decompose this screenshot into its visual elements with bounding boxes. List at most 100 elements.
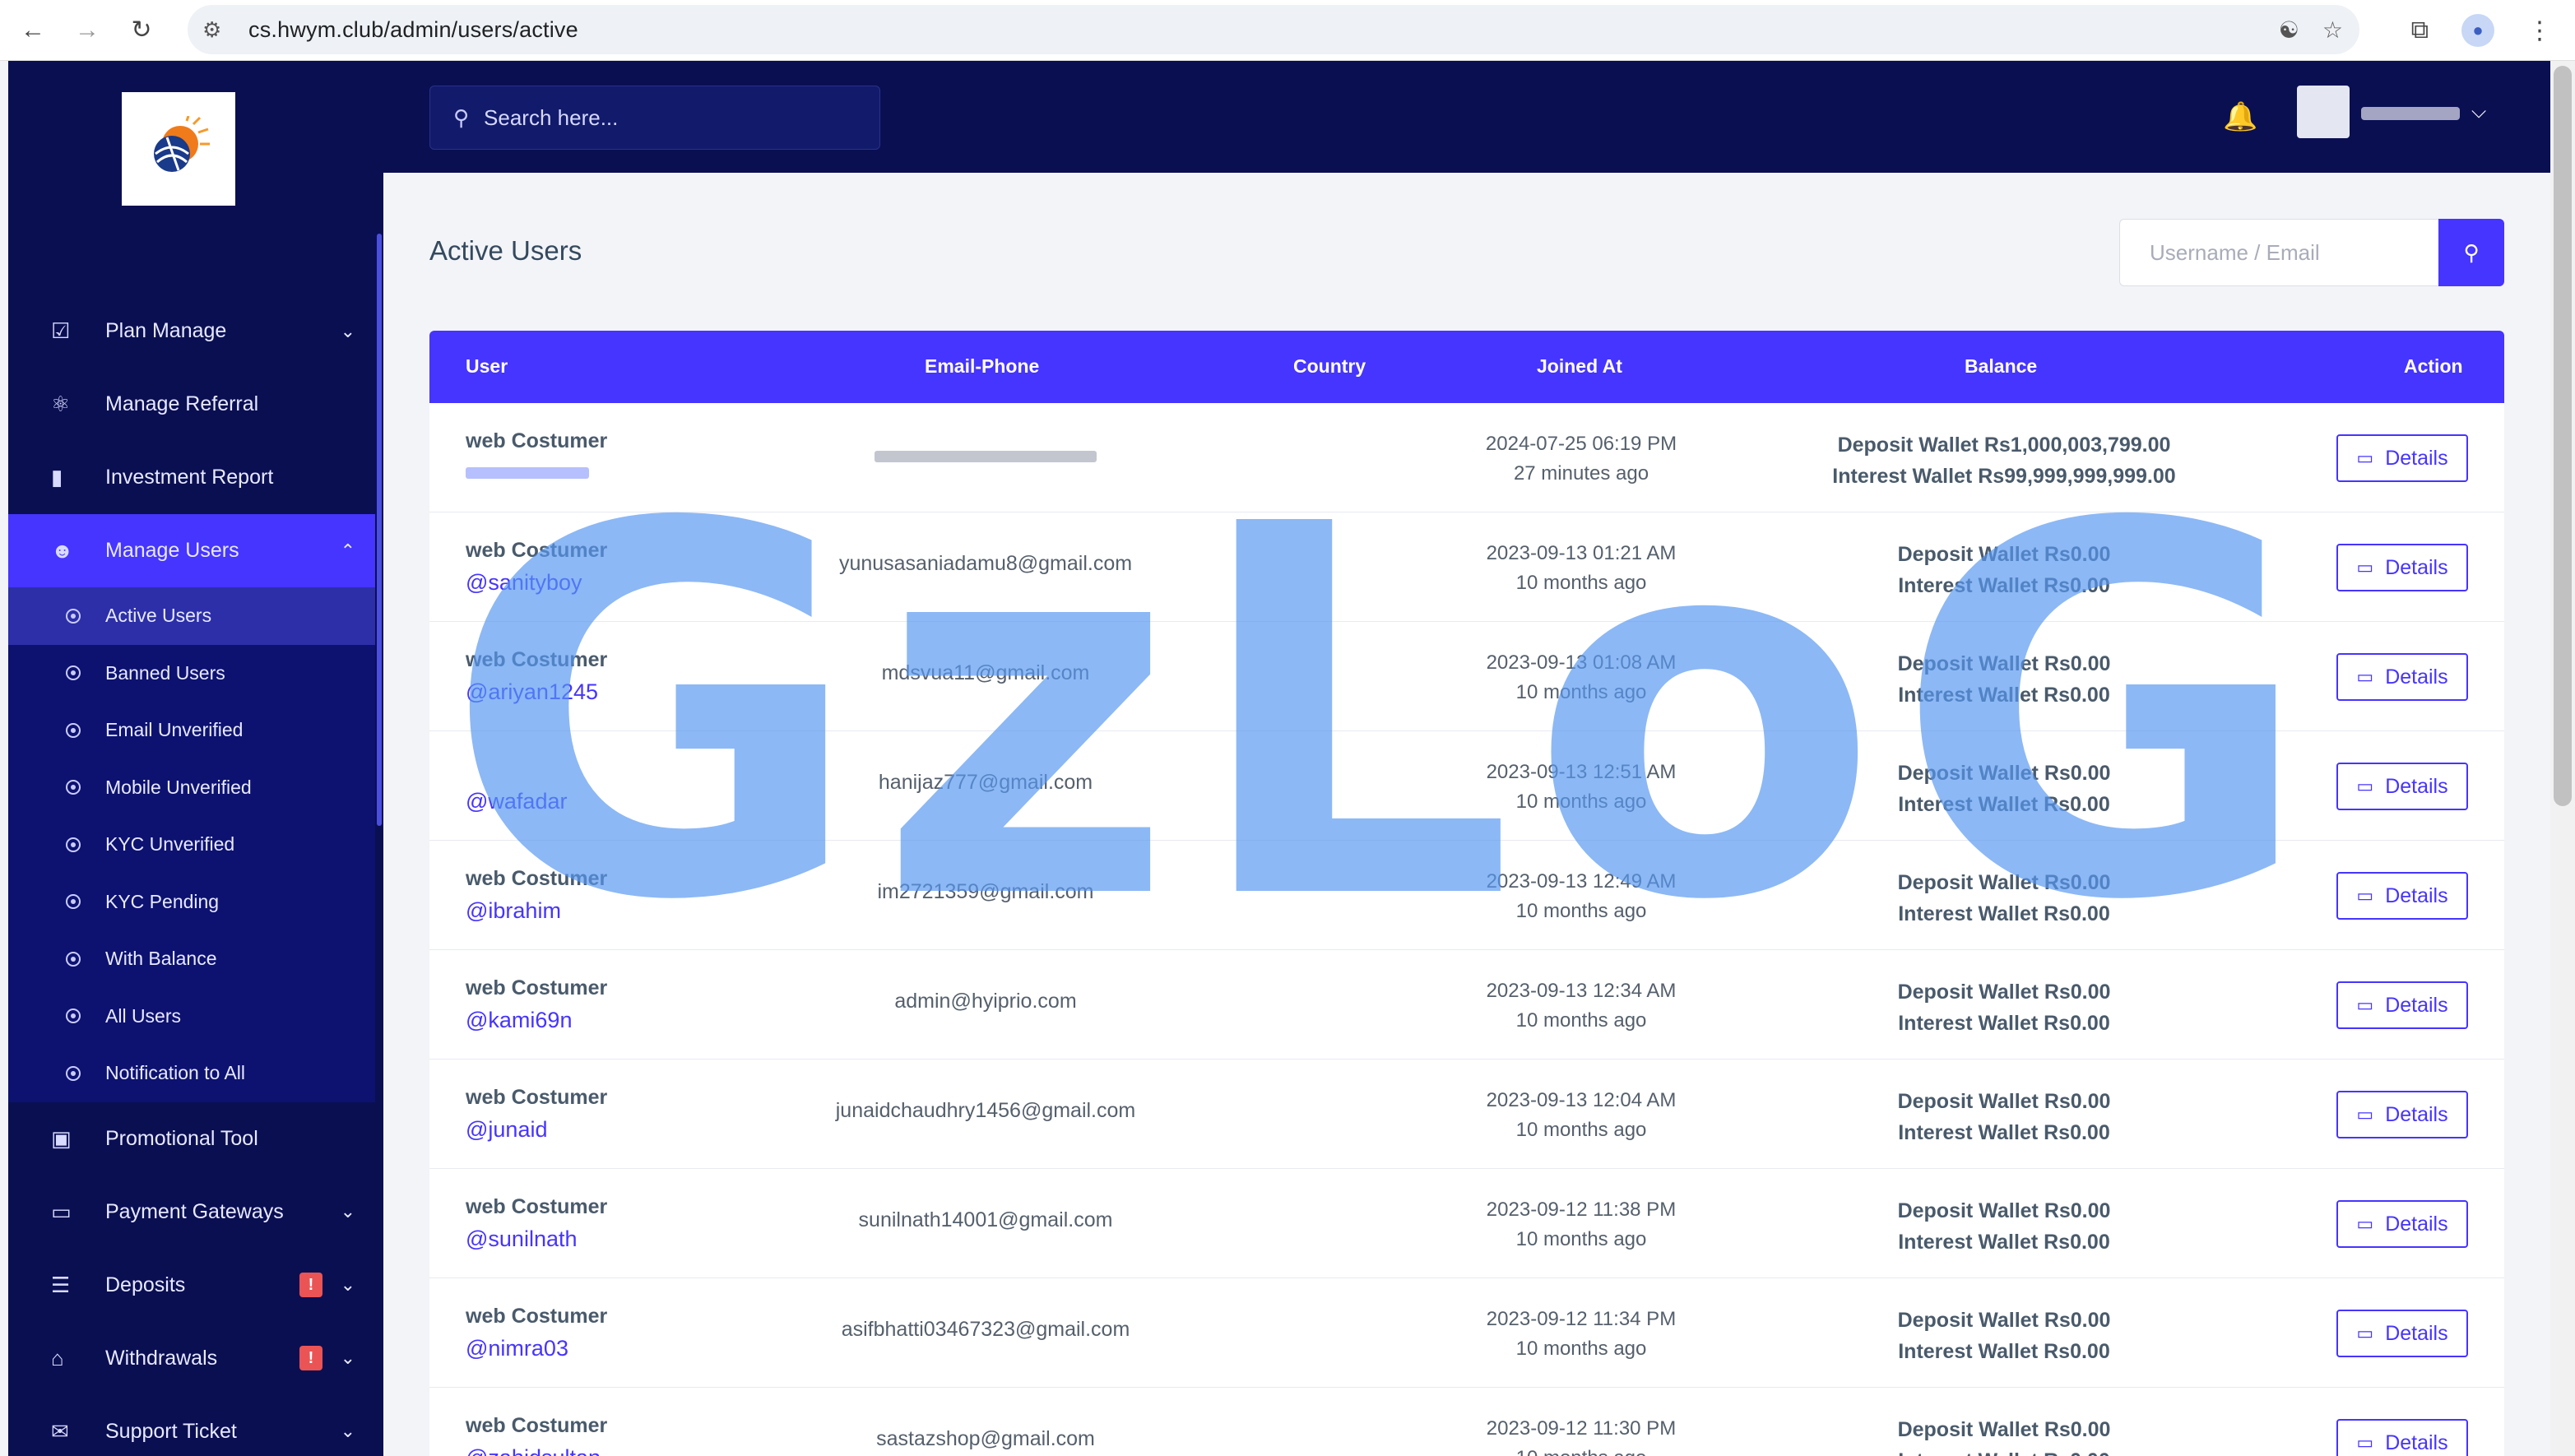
reload-icon[interactable]: ↻ xyxy=(120,9,163,52)
col-email-phone: Email-Phone xyxy=(925,355,1040,377)
bullet-icon xyxy=(66,837,81,852)
user-handle[interactable]: @sanityboy xyxy=(466,570,582,596)
balance: Deposit Wallet Rs0.00Interest Wallet Rs0… xyxy=(1897,1199,2111,1254)
sidebar-subitem-banned-users[interactable]: Banned Users xyxy=(8,645,375,702)
details-button[interactable]: ▭ Details xyxy=(2336,544,2468,591)
profile-icon[interactable]: ● xyxy=(2461,14,2494,47)
credit-card-icon: ▭ xyxy=(51,1199,72,1224)
balance: Deposit Wallet Rs0.00Interest Wallet Rs0… xyxy=(1897,1309,2111,1363)
joined-at: 2023-09-12 11:30 PM10 months ago xyxy=(1486,1417,1677,1456)
joined-at: 2023-09-13 12:34 AM 10 months ago xyxy=(1486,980,1677,1032)
table-row: web Costumer @junaid junaidchaudhry1456@… xyxy=(429,1060,2504,1169)
username-email-input[interactable] xyxy=(2119,219,2438,286)
details-button[interactable]: ▭ Details xyxy=(2336,1310,2468,1357)
bell-icon[interactable]: 🔔 xyxy=(2223,100,2257,133)
balance: Deposit Wallet Rs0.00Interest Wallet Rs0… xyxy=(1897,1418,2111,1456)
user-name: web Costumer xyxy=(466,429,608,452)
bullet-icon xyxy=(66,1065,81,1081)
sidebar-subitem-notification-to-all[interactable]: Notification to All xyxy=(8,1045,375,1102)
user-name: web Costumer xyxy=(466,867,608,890)
details-button[interactable]: ▭ Details xyxy=(2336,653,2468,701)
table-header: User Email-Phone Country Joined At Balan… xyxy=(429,331,2504,403)
filter-search-button[interactable]: ⚲ xyxy=(2438,219,2504,286)
sidebar-subitem-kyc-unverified[interactable]: KYC Unverified xyxy=(8,816,375,874)
user-handle-redacted[interactable] xyxy=(466,467,589,479)
back-icon[interactable]: ← xyxy=(12,9,54,52)
page-title: Active Users xyxy=(429,235,582,266)
user-name: web Costumer xyxy=(466,1305,608,1328)
sidebar-item-promotional-tool[interactable]: ▣ Promotional Tool xyxy=(8,1102,375,1175)
user-handle[interactable]: @wafadar xyxy=(466,789,567,814)
alert-badge: ! xyxy=(299,1346,322,1370)
url-text[interactable]: cs.hwym.club/admin/users/active xyxy=(248,17,578,43)
sidebar-item-support-ticket[interactable]: ✉ Support Ticket ⌄ xyxy=(8,1395,375,1456)
bullet-icon xyxy=(66,951,81,967)
bullet-icon xyxy=(66,608,81,624)
global-search[interactable]: ⚲ xyxy=(429,86,880,150)
details-button[interactable]: ▭ Details xyxy=(2336,872,2468,920)
scrollbar-thumb[interactable] xyxy=(2554,66,2572,806)
user-email: asifbhatti03467323@gmail.com xyxy=(841,1318,1130,1341)
search-input[interactable] xyxy=(484,104,847,131)
sidebar-item-deposits[interactable]: ☰ Deposits ! ⌄ xyxy=(8,1249,375,1322)
site-info-icon[interactable]: ⚙ xyxy=(202,17,235,43)
sidebar-subitem-mobile-unverified[interactable]: Mobile Unverified xyxy=(8,759,375,817)
page-scrollbar[interactable] xyxy=(2550,61,2575,1456)
sidebar-item-manage-users[interactable]: ☻ Manage Users ⌃ xyxy=(8,514,375,587)
details-button[interactable]: ▭ Details xyxy=(2336,1200,2468,1248)
sidebar-subitem-email-unverified[interactable]: Email Unverified xyxy=(8,702,375,759)
user-name: web Costumer xyxy=(466,976,608,999)
chevron-down-circle-icon[interactable]: ⌵ xyxy=(2471,100,2486,123)
user-email: yunusasaniadamu8@gmail.com xyxy=(838,552,1133,575)
alert-badge: ! xyxy=(299,1273,322,1297)
sidebar-scrollbar[interactable] xyxy=(377,234,382,826)
clipboard-icon: ☑ xyxy=(51,318,71,343)
table-row: web Costumer @nimra03 asifbhatti03467323… xyxy=(429,1278,2504,1388)
user-handle[interactable]: @kami69n xyxy=(466,1008,572,1033)
details-button[interactable]: ▭ Details xyxy=(2336,763,2468,810)
forward-icon[interactable]: → xyxy=(66,9,109,52)
users-icon: ☻ xyxy=(51,538,74,563)
chevron-down-icon: ⌄ xyxy=(340,1421,355,1441)
details-button[interactable]: ▭ Details xyxy=(2336,1091,2468,1138)
user-handle[interactable]: @zahidsultan xyxy=(466,1445,601,1456)
table-row: web Costumer @kami69n admin@hyiprio.com … xyxy=(429,950,2504,1060)
sidebar-item-withdrawals[interactable]: ⌂ Withdrawals ! ⌄ xyxy=(8,1322,375,1395)
top-navbar: ⚲ 🔔 ⌵ xyxy=(383,61,2550,173)
sidebar-item-payment-gateways[interactable]: ▭ Payment Gateways ⌄ xyxy=(8,1175,375,1249)
ticket-icon: ✉ xyxy=(51,1418,69,1444)
user-name: web Costumer xyxy=(466,648,608,671)
translate-icon[interactable]: ☯ xyxy=(2279,16,2299,44)
user-handle[interactable]: @junaid xyxy=(466,1117,547,1143)
user-handle[interactable]: @sunilnath xyxy=(466,1226,578,1252)
sidebar-subitem-active-users[interactable]: Active Users xyxy=(8,587,375,645)
user-name-redacted[interactable] xyxy=(2361,107,2460,120)
sidebar-item-plan-manage[interactable]: ☑ Plan Manage ⌄ xyxy=(8,294,375,368)
table-row: web Costumer @sanityboy yunusasaniadamu8… xyxy=(429,512,2504,622)
bookmark-star-icon[interactable]: ☆ xyxy=(2322,16,2343,44)
sidebar-subitem-with-balance[interactable]: With Balance xyxy=(8,930,375,988)
search-icon: ⚲ xyxy=(453,104,470,130)
sidebar-subitem-all-users[interactable]: All Users xyxy=(8,988,375,1046)
details-button[interactable]: ▭ Details xyxy=(2336,434,2468,482)
user-name: web Costumer xyxy=(466,1086,608,1109)
balance: Deposit Wallet Rs0.00Interest Wallet Rs0… xyxy=(1897,981,2111,1035)
address-bar[interactable]: ⚙ cs.hwym.club/admin/users/active ☯ ☆ xyxy=(188,5,2359,54)
table-row: web Costumer @zahidsultan sastazshop@gma… xyxy=(429,1388,2504,1456)
sidebar-subitem-kyc-pending[interactable]: KYC Pending xyxy=(8,874,375,931)
extensions-icon[interactable]: ⧉ xyxy=(2411,16,2429,44)
user-handle[interactable]: @ariyan1245 xyxy=(466,679,598,705)
user-email: mdsvua11@gmail.com xyxy=(881,661,1090,684)
user-handle[interactable]: @nimra03 xyxy=(466,1336,568,1361)
sidebar-item-investment-report[interactable]: ▮ Investment Report xyxy=(8,441,375,514)
user-handle[interactable]: @ibrahim xyxy=(466,898,561,924)
desktop-icon: ▭ xyxy=(2356,885,2374,906)
browser-menu-icon[interactable]: ⋮ xyxy=(2527,16,2552,45)
sidebar-item-manage-referral[interactable]: ⚛ Manage Referral xyxy=(8,368,375,441)
details-button[interactable]: ▭ Details xyxy=(2336,981,2468,1029)
logo[interactable] xyxy=(122,92,235,206)
details-button[interactable]: ▭ Details xyxy=(2336,1419,2468,1456)
desktop-icon: ▭ xyxy=(2356,1323,2374,1343)
image-icon: ▣ xyxy=(51,1125,72,1151)
avatar[interactable] xyxy=(2297,86,2350,138)
